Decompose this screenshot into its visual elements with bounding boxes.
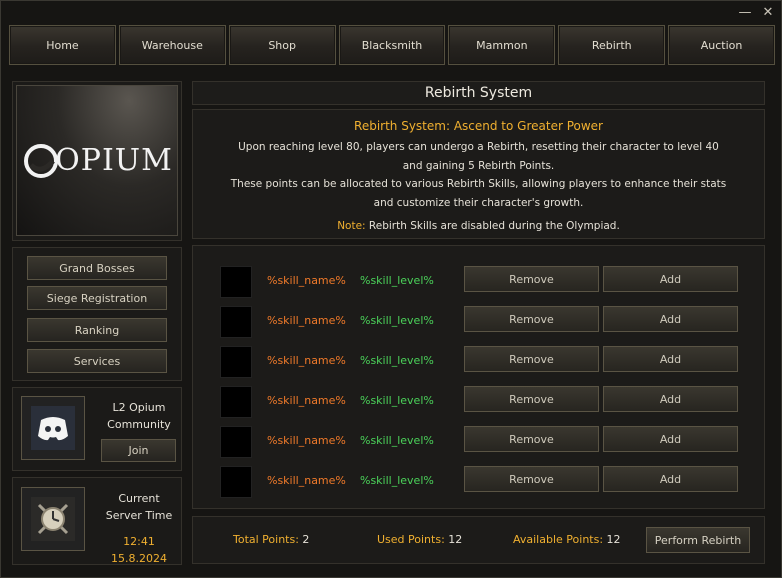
note-label: Note: <box>337 220 366 232</box>
used-points-value: 12 <box>444 533 463 546</box>
community-line1: L2 Opium <box>112 401 166 414</box>
logo: OPIUM <box>16 85 178 236</box>
remove-skill-button[interactable]: Remove <box>464 466 599 492</box>
skill-name: %skill_name% <box>267 474 346 487</box>
note-text: Rebirth Skills are disabled during the O… <box>365 220 620 232</box>
description-line-3: These points can be allocated to various… <box>230 178 727 190</box>
available-points-value: 12 <box>603 533 621 546</box>
remove-skill-button[interactable]: Remove <box>464 306 599 332</box>
title-bar: — ✕ <box>1 1 781 25</box>
olympiad-note: Note: Rebirth Skills are disabled during… <box>193 217 764 236</box>
add-skill-button[interactable]: Add <box>603 306 738 332</box>
skill-level: %skill_level% <box>360 274 434 287</box>
services-button[interactable]: Services <box>27 349 167 373</box>
skill-icon <box>220 466 252 498</box>
discord-icon <box>31 406 75 450</box>
total-points: Total Points: 2 <box>233 533 309 546</box>
logo-text: OPIUM <box>55 143 173 178</box>
server-time-line2: Server Time <box>105 509 173 522</box>
skill-icon <box>220 346 252 378</box>
add-skill-button[interactable]: Add <box>603 426 738 452</box>
close-icon[interactable]: ✕ <box>761 6 775 20</box>
skill-level: %skill_level% <box>360 474 434 487</box>
nav-rebirth[interactable]: Rebirth <box>558 25 666 65</box>
skill-icon <box>220 386 252 418</box>
skill-name: %skill_name% <box>267 354 346 367</box>
description-line-4: and customize their character's growth. <box>373 196 584 209</box>
community-line2: Community <box>107 418 171 431</box>
server-time-value: 12:41 15.8.2024 <box>111 535 167 565</box>
remove-skill-button[interactable]: Remove <box>464 386 599 412</box>
description-heading: Rebirth System: Ascend to Greater Power <box>354 119 603 133</box>
skill-name: %skill_name% <box>267 434 346 447</box>
clock-icon-box <box>21 487 85 551</box>
add-skill-button[interactable]: Add <box>603 346 738 372</box>
skill-name: %skill_name% <box>267 314 346 327</box>
remove-skill-button[interactable]: Remove <box>464 426 599 452</box>
total-points-value: 2 <box>298 533 310 546</box>
top-nav: Home Warehouse Shop Blacksmith Mammon Re… <box>9 25 776 67</box>
skill-level: %skill_level% <box>360 354 434 367</box>
clock-icon <box>31 497 75 541</box>
window: — ✕ Home Warehouse Shop Blacksmith Mammo… <box>0 0 782 578</box>
skill-icon <box>220 306 252 338</box>
join-button[interactable]: Join <box>101 439 176 462</box>
available-points: Available Points: 12 <box>513 533 621 546</box>
remove-skill-button[interactable]: Remove <box>464 346 599 372</box>
server-time-line1: Current <box>118 492 160 505</box>
siege-registration-button[interactable]: Siege Registration <box>27 286 167 310</box>
grand-bosses-button[interactable]: Grand Bosses <box>27 256 167 280</box>
skill-icon <box>220 266 252 298</box>
nav-blacksmith[interactable]: Blacksmith <box>338 25 446 65</box>
nav-shop[interactable]: Shop <box>228 25 336 65</box>
nav-mammon[interactable]: Mammon <box>448 25 556 65</box>
add-skill-button[interactable]: Add <box>603 266 738 292</box>
minimize-icon[interactable]: — <box>738 6 752 20</box>
nav-warehouse[interactable]: Warehouse <box>118 25 226 65</box>
server-time-label: Current Server Time <box>99 490 179 524</box>
skill-icon <box>220 426 252 458</box>
community-label: L2 Opium Community <box>99 399 179 433</box>
page-title: Rebirth System <box>192 81 765 105</box>
ranking-button[interactable]: Ranking <box>27 318 167 342</box>
skill-level: %skill_level% <box>360 394 434 407</box>
skill-level: %skill_level% <box>360 314 434 327</box>
skill-name: %skill_name% <box>267 274 346 287</box>
add-skill-button[interactable]: Add <box>603 386 738 412</box>
remove-skill-button[interactable]: Remove <box>464 266 599 292</box>
nav-auction[interactable]: Auction <box>668 25 776 65</box>
nav-home[interactable]: Home <box>9 25 116 65</box>
description-panel: Rebirth System: Ascend to Greater Power … <box>192 109 765 239</box>
perform-rebirth-button[interactable]: Perform Rebirth <box>646 527 750 553</box>
discord-icon-box <box>21 396 85 460</box>
available-points-label: Available Points: <box>513 533 604 546</box>
skill-level: %skill_level% <box>360 434 434 447</box>
add-skill-button[interactable]: Add <box>603 466 738 492</box>
skill-name: %skill_name% <box>267 394 346 407</box>
used-points-label: Used Points: <box>377 533 445 546</box>
description-line-1: Upon reaching level 80, players can unde… <box>238 141 719 153</box>
used-points: Used Points: 12 <box>377 533 462 546</box>
total-points-label: Total Points: <box>233 533 299 546</box>
description-line-2: and gaining 5 Rebirth Points. <box>402 159 555 172</box>
